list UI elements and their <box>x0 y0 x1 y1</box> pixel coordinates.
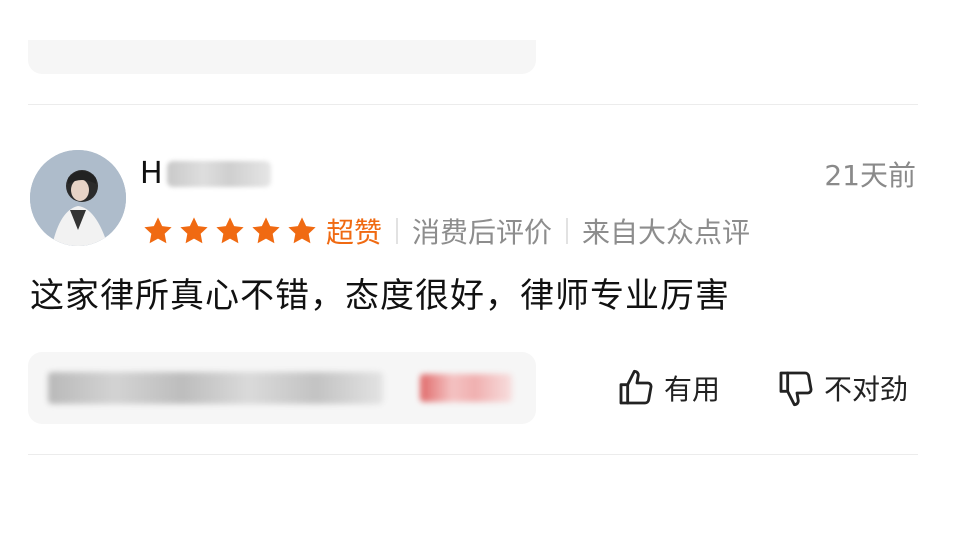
star-rating <box>142 215 318 247</box>
review-platform: 来自大众点评 <box>582 216 751 249</box>
review-source-type: 消费后评价 <box>412 216 553 249</box>
username-initial: H <box>140 156 163 191</box>
shop-info-card[interactable] <box>28 352 536 424</box>
thumbs-down-icon <box>779 371 813 407</box>
previous-review-card <box>28 40 536 74</box>
review-text: 这家律所真心不错，态度很好，律师专业厉害 <box>30 276 730 316</box>
useful-button[interactable]: 有用 <box>616 366 720 410</box>
separator <box>396 218 399 244</box>
separator <box>566 218 569 244</box>
username[interactable]: H <box>140 154 271 194</box>
not-useful-button[interactable]: 不对劲 <box>776 366 908 410</box>
shop-name-redacted <box>48 372 383 404</box>
useful-label: 有用 <box>664 373 721 406</box>
avatar[interactable] <box>30 150 126 246</box>
star-icon <box>144 217 172 244</box>
review-time: 21天前 <box>824 159 916 192</box>
rating-label: 超赞 <box>326 216 383 249</box>
star-icon <box>180 217 208 244</box>
star-icon <box>288 217 316 244</box>
star-icon <box>252 217 280 244</box>
divider <box>28 454 918 455</box>
not-useful-label: 不对劲 <box>824 373 909 406</box>
star-icon <box>216 217 244 244</box>
divider <box>28 104 918 105</box>
shop-extra-redacted <box>420 374 512 402</box>
username-redacted <box>166 161 271 187</box>
thumbs-up-icon <box>619 369 653 405</box>
rating-row: 超赞 消费后评价 来自大众点评 <box>142 208 750 254</box>
